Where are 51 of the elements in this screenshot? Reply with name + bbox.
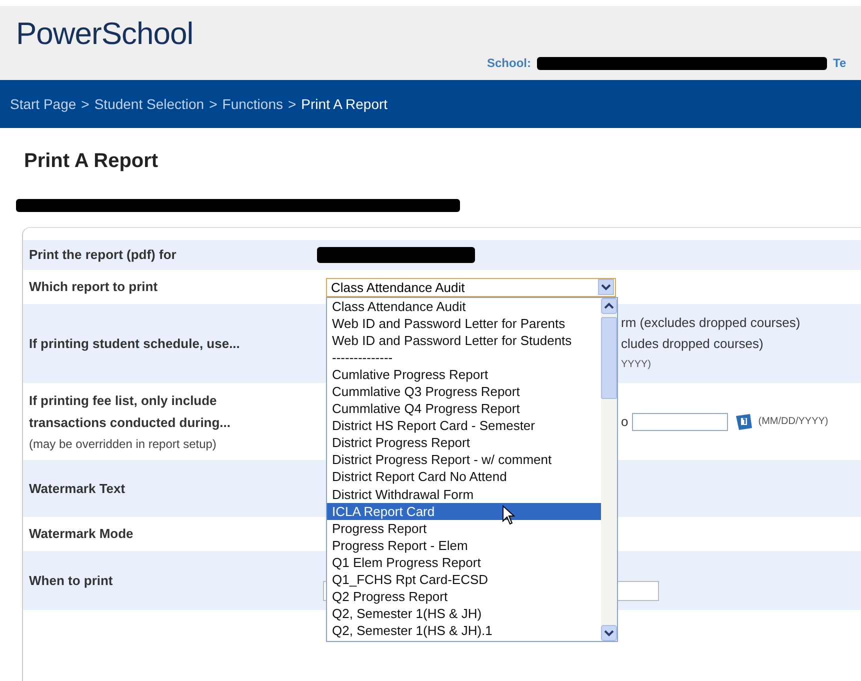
dropdown-option[interactable]: Q1_FCHS Rpt Card-ECSD [327, 571, 601, 588]
dropdown-option[interactable]: District Withdrawal Form [327, 486, 601, 503]
breadcrumb-link[interactable]: Start Page [10, 96, 76, 112]
date-format-hint: (MM/DD/YYYY) [758, 415, 828, 429]
field-label: Watermark Text [29, 480, 126, 498]
field-label: When to print [29, 572, 114, 590]
scrollbar[interactable] [601, 298, 617, 640]
logo: PowerSchool [16, 16, 194, 52]
scroll-down-icon[interactable] [601, 624, 617, 640]
dropdown-option[interactable]: -------------- [327, 348, 601, 366]
school-label: School: [487, 56, 531, 70]
field-label: If printing student schedule, use... [29, 334, 241, 353]
breadcrumb-separator: > [209, 96, 218, 112]
option-text: YYYY) [621, 358, 652, 372]
option-text: cludes dropped courses) [621, 335, 764, 353]
header-label: Te [833, 56, 846, 70]
dropdown-option[interactable]: Progress Report - Elem [327, 536, 601, 554]
field-label: Watermark Mode [29, 525, 134, 543]
breadcrumb-separator: > [288, 96, 296, 112]
dropdown-option[interactable]: Cummlative Q3 Progress Report [327, 382, 601, 400]
breadcrumb-current: Print A Report [301, 96, 388, 112]
dropdown-option[interactable]: Progress Report [327, 520, 601, 537]
dropdown-option[interactable]: Cummlative Q4 Progress Report [327, 400, 601, 418]
scroll-up-icon[interactable] [601, 298, 617, 314]
dropdown-option[interactable]: Q2 Progress Report [327, 588, 601, 606]
mouse-pointer-icon [502, 504, 516, 525]
calendar-icon[interactable] [734, 412, 754, 432]
dropdown-option[interactable]: Class Attendance Audit [327, 298, 601, 315]
breadcrumb-link[interactable]: Functions [222, 96, 283, 112]
field-note: (may be overridden in report setup) [29, 436, 218, 452]
dropdown-option[interactable]: District Progress Report - w/ comment [327, 451, 601, 468]
dropdown-option[interactable]: Web ID and Password Letter for Students [327, 332, 601, 349]
dropdown-option[interactable]: District Report Card No Attend [327, 468, 601, 486]
dropdown-option[interactable]: Cumlative Progress Report [327, 366, 601, 383]
field-label: Which report to print [29, 278, 159, 296]
breadcrumb-separator: > [81, 96, 90, 112]
scrollbar-thumb[interactable] [601, 316, 617, 398]
report-select[interactable]: Class Attendance Audit [326, 278, 616, 296]
dropdown-option[interactable]: District Progress Report [327, 434, 601, 452]
field-label: Print the report (pdf) for [29, 246, 178, 264]
page-title: Print A Report [24, 150, 160, 173]
breadcrumb-link[interactable]: Student Selection [94, 96, 204, 112]
dropdown-option[interactable]: Q2, Semester 1(HS & JH) [327, 605, 601, 622]
dropdown-option[interactable]: Web ID and Password Letter for Parents [327, 314, 601, 332]
dropdown-option[interactable]: District HS Report Card - Semester [327, 417, 601, 434]
dropdown-option[interactable]: Q1 Elem Progress Report [327, 554, 601, 571]
date-field[interactable] [632, 412, 728, 430]
dropdown-option[interactable]: Q2, Semester 1(HS & JH).1 [327, 622, 601, 640]
option-text: rm (excludes dropped courses) [621, 314, 800, 332]
range-label: o [621, 413, 628, 431]
field-label: If printing fee list, only include transactions conducted during... [29, 392, 232, 432]
